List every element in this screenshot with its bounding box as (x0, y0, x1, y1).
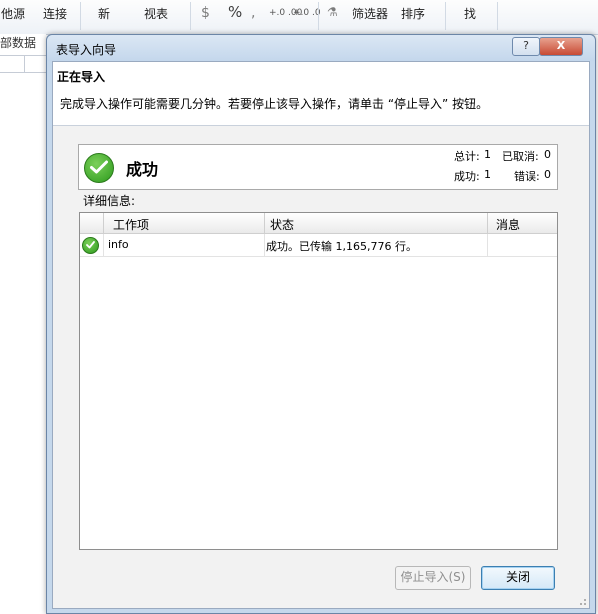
cell-divider (103, 234, 104, 256)
close-window-button[interactable]: X (539, 37, 583, 56)
column-header-message[interactable]: 消息 (496, 216, 520, 233)
header-pane: 正在导入 完成导入操作可能需要几分钟。若要停止该导入操作，请单击 “停止导入” … (53, 62, 589, 126)
decrease-decimal-icon[interactable]: +.0 .0 (293, 8, 321, 18)
column-divider (264, 213, 265, 233)
comma-format-icon[interactable]: , (251, 5, 255, 21)
page-description: 完成导入操作可能需要几分钟。若要停止该导入操作，请单击 “停止导入” 按钮。 (60, 97, 489, 111)
details-table[interactable]: 工作项 状态 消息 info 成功。已传输 1,165,776 行。 (79, 212, 558, 550)
page-title: 正在导入 (57, 70, 106, 84)
success-label: 成功: (454, 170, 480, 183)
dialog-title: 表导入向导 (56, 43, 117, 57)
currency-format-icon[interactable]: $ (201, 5, 210, 21)
status-summary: 成功 总计: 1 已取消: 0 成功: 1 错误: 0 (78, 144, 558, 190)
ribbon-separator (445, 2, 446, 30)
total-value: 1 (484, 148, 491, 161)
ribbon-sort-label[interactable]: 排序 (401, 5, 425, 22)
column-header-work-item[interactable]: 工作项 (113, 216, 149, 233)
error-value: 0 (544, 168, 551, 181)
column-divider (103, 213, 104, 233)
check-circle-icon (84, 153, 114, 183)
ribbon-pivottable-label[interactable]: 视表 (144, 5, 168, 22)
ribbon-separator (497, 2, 498, 30)
worksheet-cells[interactable] (0, 55, 46, 73)
work-item-cell: info (108, 238, 129, 251)
table-header: 工作项 状态 消息 (80, 213, 557, 234)
ribbon-separator (190, 2, 191, 30)
ribbon-refresh-label[interactable]: 新 (98, 5, 110, 22)
check-circle-icon (82, 237, 99, 254)
cell-divider (487, 234, 488, 256)
dialog-content: 正在导入 完成导入操作可能需要几分钟。若要停止该导入操作，请单击 “停止导入” … (52, 61, 590, 609)
status-cell: 成功。已传输 1,165,776 行。 (266, 240, 417, 253)
stop-import-button[interactable]: 停止导入(S) (395, 566, 471, 590)
resize-grip-icon[interactable] (577, 596, 587, 606)
column-divider (487, 213, 488, 233)
details-label: 详细信息: (83, 194, 136, 208)
table-row[interactable]: info 成功。已传输 1,165,776 行。 (80, 234, 557, 257)
ribbon-separator (80, 2, 81, 30)
ribbon-background: 他源 连接 新 视表 $ % , +.0 .00 +.0 .0 ⚗ 筛选器 排序… (0, 0, 598, 35)
total-label: 总计: (454, 150, 480, 163)
column-header-status[interactable]: 状态 (270, 216, 294, 233)
status-text: 成功 (126, 160, 159, 179)
success-value: 1 (484, 168, 491, 181)
ribbon-slicer-label[interactable]: 筛选器 (352, 5, 388, 22)
cell-divider (24, 56, 25, 72)
ribbon-connections-label[interactable]: 连接 (43, 5, 67, 22)
cancelled-label: 已取消: (502, 150, 539, 163)
ribbon-group-label: 部数据 (0, 36, 37, 50)
error-label: 错误: (514, 170, 540, 183)
worksheet-area (0, 34, 46, 614)
help-button[interactable]: ? (512, 37, 540, 56)
body-pane: 成功 总计: 1 已取消: 0 成功: 1 错误: 0 详细信息: 工作项 状态 (53, 126, 589, 608)
table-import-wizard-dialog: 表导入向导 ? X 正在导入 完成导入操作可能需要几分钟。若要停止该导入操作，请… (46, 34, 596, 614)
cell-divider (264, 234, 265, 256)
ribbon-other-sources-label[interactable]: 他源 (1, 5, 25, 22)
ribbon-separator (318, 2, 319, 30)
ribbon-find-label[interactable]: 找 (464, 5, 476, 22)
cancelled-value: 0 (544, 148, 551, 161)
slicer-icon: ⚗ (327, 5, 338, 19)
percent-format-icon[interactable]: % (228, 3, 242, 21)
title-bar[interactable]: 表导入向导 ? X (47, 35, 595, 61)
close-button[interactable]: 关闭 (481, 566, 555, 590)
